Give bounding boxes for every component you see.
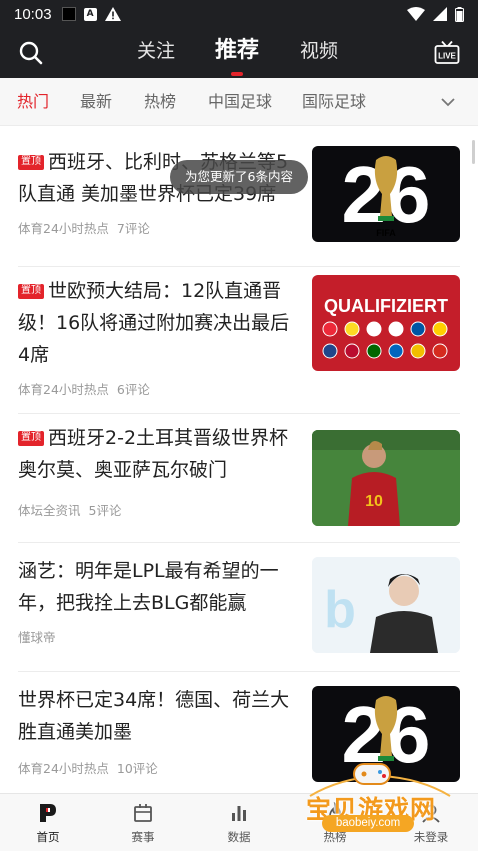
pinned-badge: 置顶 (18, 284, 44, 299)
top-nav: 关注 推荐 视频 LIVE (0, 28, 478, 78)
news-title[interactable]: 世界杯已定34席！德国、荷兰大胜直通美加墨 (18, 684, 298, 748)
tab-video[interactable]: 视频 (300, 28, 338, 78)
channel-hot[interactable]: 热门 (17, 78, 49, 126)
search-icon[interactable] (18, 40, 44, 66)
channel-bar: 热门 最新 热榜 中国足球 国际足球 (0, 78, 478, 126)
bottom-tab-events[interactable]: 赛事 (108, 794, 178, 851)
world-cup-26-graphic: 26 FIFA (342, 150, 431, 239)
scrollbar[interactable] (472, 140, 475, 164)
bottom-tab-home[interactable]: 首页 (13, 794, 83, 851)
esports-player-photo: b (312, 557, 460, 653)
live-tv-icon[interactable]: LIVE (434, 40, 460, 66)
watermark: 宝贝游戏网 baobeiy.com (300, 760, 460, 835)
news-source: 体育24小时热点 (18, 221, 109, 236)
bottom-tab-label: 赛事 (131, 830, 155, 844)
news-thumbnail-player[interactable]: 10 (312, 430, 460, 526)
news-comments: 6评论 (116, 382, 150, 397)
bar-chart-icon (232, 806, 246, 821)
bottom-tab-label: 首页 (36, 830, 60, 844)
news-comments: 5评论 (88, 503, 122, 518)
tab-recommend[interactable]: 推荐 (215, 28, 259, 78)
chevron-down-icon[interactable] (438, 92, 458, 112)
news-meta: 体育24小时热点 6评论 (18, 379, 150, 398)
app-notification-icon (61, 7, 76, 21)
channel-latest[interactable]: 最新 (80, 78, 112, 126)
system-icons (407, 6, 464, 22)
news-title[interactable]: 置顶 西班牙2-2土耳其晋级世界杯 奥尔莫、奥亚萨瓦尔破门 (18, 422, 298, 486)
news-meta: 懂球帝 (18, 627, 56, 646)
channel-intl-football[interactable]: 国际足球 (302, 78, 366, 126)
warning-icon (104, 7, 121, 21)
pinned-badge: 置顶 (18, 431, 44, 446)
news-meta: 体坛全资讯 5评论 (18, 500, 121, 519)
svg-text:b: b (324, 581, 356, 639)
watermark-url: baobeiy.com (322, 815, 414, 832)
svg-text:10: 10 (365, 493, 383, 510)
news-meta: 体育24小时热点 7评论 (18, 218, 150, 237)
news-thumbnail-worldcup[interactable]: 26 FIFA (312, 146, 460, 242)
update-toast: 为您更新了6条内容 (170, 160, 308, 194)
bottom-tab-data[interactable]: 数据 (204, 794, 274, 851)
news-title[interactable]: 涵艺：明年是LPL最有希望的一年，把我拴上去BLG都能赢 (18, 555, 298, 619)
tab-follow[interactable]: 关注 (137, 28, 175, 78)
signal-icon (433, 7, 447, 21)
battery-icon (455, 6, 464, 22)
home-logo-icon (40, 804, 56, 822)
news-thumbnail-esports[interactable]: b (312, 557, 460, 653)
qualified-text: QUALIFIZIERT (324, 296, 448, 316)
active-tab-indicator (231, 72, 243, 76)
news-title[interactable]: 置顶 世欧预大结局：12队直通晋级！16队将通过附加赛决出最后4席 (18, 275, 298, 371)
player-photo: 10 (312, 430, 460, 526)
news-item[interactable]: 置顶 西班牙2-2土耳其晋级世界杯 奥尔莫、奥亚萨瓦尔破门 体坛全资讯 5评论 10 (18, 422, 460, 543)
news-item[interactable]: 置顶 世欧预大结局：12队直通晋级！16队将通过附加赛决出最后4席 体育24小时热… (18, 275, 460, 414)
notification-icons: A (61, 7, 121, 21)
news-comments: 10评论 (116, 761, 158, 776)
wifi-icon (407, 7, 425, 21)
news-source: 体育24小时热点 (18, 761, 109, 776)
pinned-badge: 置顶 (18, 155, 44, 170)
news-item[interactable]: 涵艺：明年是LPL最有希望的一年，把我拴上去BLG都能赢 懂球帝 b (18, 551, 460, 672)
news-source: 懂球帝 (18, 630, 56, 645)
news-source: 体育24小时热点 (18, 382, 109, 397)
qualified-flags-graphic: QUALIFIZIERT (322, 296, 448, 359)
news-meta: 体育24小时热点 10评论 (18, 758, 158, 777)
live-label: LIVE (438, 52, 456, 61)
calendar-icon (134, 804, 152, 822)
a-notification-icon: A (83, 7, 97, 21)
status-bar: 10:03 A (0, 0, 478, 28)
channel-hot-list[interactable]: 热榜 (144, 78, 176, 126)
news-thumbnail-qualified[interactable]: QUALIFIZIERT (312, 275, 460, 371)
bottom-tab-label: 数据 (227, 830, 251, 844)
news-comments: 7评论 (116, 221, 150, 236)
news-feed[interactable]: 置顶 西班牙、比利时、苏格兰等5队直通 美加墨世界杯已定39席 体育24小时热点 7… (0, 126, 478, 793)
news-source: 体坛全资讯 (18, 503, 81, 518)
fifa-label: FIFA (376, 228, 396, 238)
status-time: 10:03 (14, 5, 52, 23)
channel-china-football[interactable]: 中国足球 (208, 78, 272, 126)
